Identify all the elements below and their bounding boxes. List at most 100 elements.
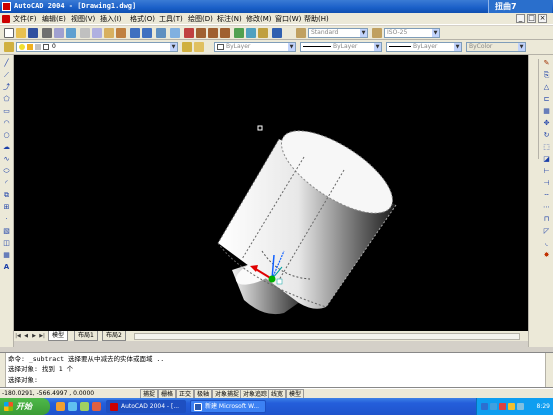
- break-icon[interactable]: ⋯: [542, 203, 551, 211]
- last-tab-arrow-icon[interactable]: ▶|: [38, 332, 46, 340]
- start-button[interactable]: 开始: [0, 398, 50, 415]
- table-icon[interactable]: ▦: [2, 251, 11, 259]
- scale-icon[interactable]: ⬚: [542, 143, 551, 151]
- region-icon[interactable]: ◫: [2, 239, 11, 247]
- publish-icon[interactable]: [66, 28, 76, 38]
- mdi-close-button[interactable]: ×: [538, 14, 547, 23]
- spline-icon[interactable]: ∿: [2, 155, 11, 163]
- paste-icon[interactable]: [104, 28, 114, 38]
- menu-modify[interactable]: 修改(M): [246, 14, 272, 24]
- prev-tab-arrow-icon[interactable]: ◀: [22, 332, 30, 340]
- make-block-icon[interactable]: ⊞: [2, 203, 11, 211]
- quick-launch-icon[interactable]: [56, 402, 65, 411]
- erase-icon[interactable]: ✎: [542, 59, 551, 67]
- layer-select[interactable]: 0 ▼: [16, 42, 178, 52]
- plot-preview-icon[interactable]: [54, 28, 64, 38]
- pan-icon[interactable]: [184, 28, 194, 38]
- color-select[interactable]: ByLayer ▼: [214, 42, 296, 52]
- tab-model[interactable]: 模型: [48, 331, 69, 341]
- hatch-icon[interactable]: ▧: [2, 227, 11, 235]
- multiline-text-icon[interactable]: A: [2, 263, 11, 271]
- mirror-icon[interactable]: △: [542, 83, 551, 91]
- lineweight-select[interactable]: ByLayer ▼: [386, 42, 462, 52]
- ucs-icon[interactable]: [170, 28, 180, 38]
- task-autocad[interactable]: AutoCAD 2004 - [...: [106, 400, 186, 413]
- match-properties-icon[interactable]: [116, 28, 126, 38]
- quick-launch-icon[interactable]: [68, 402, 77, 411]
- command-prompt[interactable]: 选择对象:: [8, 376, 38, 385]
- hyperlink-icon[interactable]: [156, 28, 166, 38]
- revision-cloud-icon[interactable]: ☁: [2, 143, 11, 151]
- open-icon[interactable]: [16, 28, 26, 38]
- circle-icon[interactable]: ○: [2, 131, 11, 139]
- plot-style-select[interactable]: ByColor ▼: [466, 42, 526, 52]
- tab-layout2[interactable]: 布局2: [102, 331, 126, 341]
- quick-launch-icon[interactable]: [92, 402, 101, 411]
- explode-icon[interactable]: ✸: [542, 251, 551, 259]
- tab-layout1[interactable]: 布局1: [74, 331, 98, 341]
- menu-view[interactable]: 视图(V): [71, 14, 95, 24]
- menu-format[interactable]: 格式(O): [130, 14, 155, 24]
- help-icon[interactable]: [272, 28, 282, 38]
- tray-volume-icon[interactable]: [517, 403, 524, 410]
- document-icon[interactable]: [2, 15, 10, 23]
- polyline-icon[interactable]: ⤴: [2, 83, 11, 91]
- command-window-grip[interactable]: [0, 353, 6, 387]
- clock[interactable]: 8:29: [537, 398, 550, 415]
- menu-help[interactable]: 帮助(H): [304, 14, 329, 24]
- dim-style-icon[interactable]: [372, 28, 382, 38]
- autocad-app-icon[interactable]: [2, 2, 11, 11]
- tray-icon[interactable]: [490, 403, 497, 410]
- fillet-icon[interactable]: ◟: [542, 239, 551, 247]
- print-icon[interactable]: [42, 28, 52, 38]
- quick-launch-icon[interactable]: [80, 402, 89, 411]
- properties-icon[interactable]: [234, 28, 244, 38]
- menu-insert[interactable]: 插入(I): [100, 14, 122, 24]
- menu-dimension[interactable]: 标注(N): [217, 14, 242, 24]
- polygon-icon[interactable]: ⬠: [2, 95, 11, 103]
- text-style-icon[interactable]: [296, 28, 306, 38]
- next-tab-arrow-icon[interactable]: ▶: [30, 332, 38, 340]
- chamfer-icon[interactable]: ◸: [542, 227, 551, 235]
- copy-icon[interactable]: [92, 28, 102, 38]
- construction-line-icon[interactable]: ⟋: [2, 71, 11, 79]
- drawing-area[interactable]: [14, 55, 528, 331]
- redo-icon[interactable]: [142, 28, 152, 38]
- new-icon[interactable]: [4, 28, 14, 38]
- rectangle-icon[interactable]: ▭: [2, 107, 11, 115]
- rotate-icon[interactable]: ↻: [542, 131, 551, 139]
- menu-tools[interactable]: 工具(T): [159, 14, 183, 24]
- ellipse-icon[interactable]: ⬭: [2, 167, 11, 175]
- text-style-select[interactable]: Standard ▼: [308, 28, 368, 38]
- make-current-layer-icon[interactable]: [182, 42, 192, 52]
- break-point-icon[interactable]: ╌: [542, 191, 551, 199]
- linetype-select[interactable]: ByLayer ▼: [300, 42, 382, 52]
- offset-icon[interactable]: ⊏: [542, 95, 551, 103]
- design-center-icon[interactable]: [246, 28, 256, 38]
- zoom-realtime-icon[interactable]: [196, 28, 206, 38]
- layer-previous-icon[interactable]: [194, 42, 204, 52]
- menu-file[interactable]: 文件(F): [13, 14, 37, 24]
- mdi-minimize-button[interactable]: _: [516, 14, 525, 23]
- array-icon[interactable]: ▦: [542, 107, 551, 115]
- menu-draw[interactable]: 绘图(D): [188, 14, 213, 24]
- task-word-document[interactable]: 新建 Microsoft W...: [190, 400, 266, 413]
- arc-icon[interactable]: ◠: [2, 119, 11, 127]
- point-icon[interactable]: ·: [2, 215, 11, 223]
- move-icon[interactable]: ✥: [542, 119, 551, 127]
- zoom-previous-icon[interactable]: [220, 28, 230, 38]
- stretch-icon[interactable]: ◪: [542, 155, 551, 163]
- screen-capture-badge[interactable]: 扭曲7: [488, 0, 552, 13]
- dim-style-select[interactable]: ISO-25 ▼: [384, 28, 440, 38]
- first-tab-arrow-icon[interactable]: |◀: [14, 332, 22, 340]
- tool-palettes-icon[interactable]: [258, 28, 268, 38]
- menu-window[interactable]: 窗口(W): [275, 14, 301, 24]
- ellipse-arc-icon[interactable]: ◜: [2, 179, 11, 187]
- tray-icon[interactable]: [499, 403, 506, 410]
- cut-icon[interactable]: [80, 28, 90, 38]
- undo-icon[interactable]: [130, 28, 140, 38]
- layer-manager-icon[interactable]: [4, 42, 14, 52]
- command-scrollbar[interactable]: [545, 353, 553, 387]
- horizontal-scrollbar[interactable]: [134, 333, 520, 340]
- join-icon[interactable]: ⊓: [542, 215, 551, 223]
